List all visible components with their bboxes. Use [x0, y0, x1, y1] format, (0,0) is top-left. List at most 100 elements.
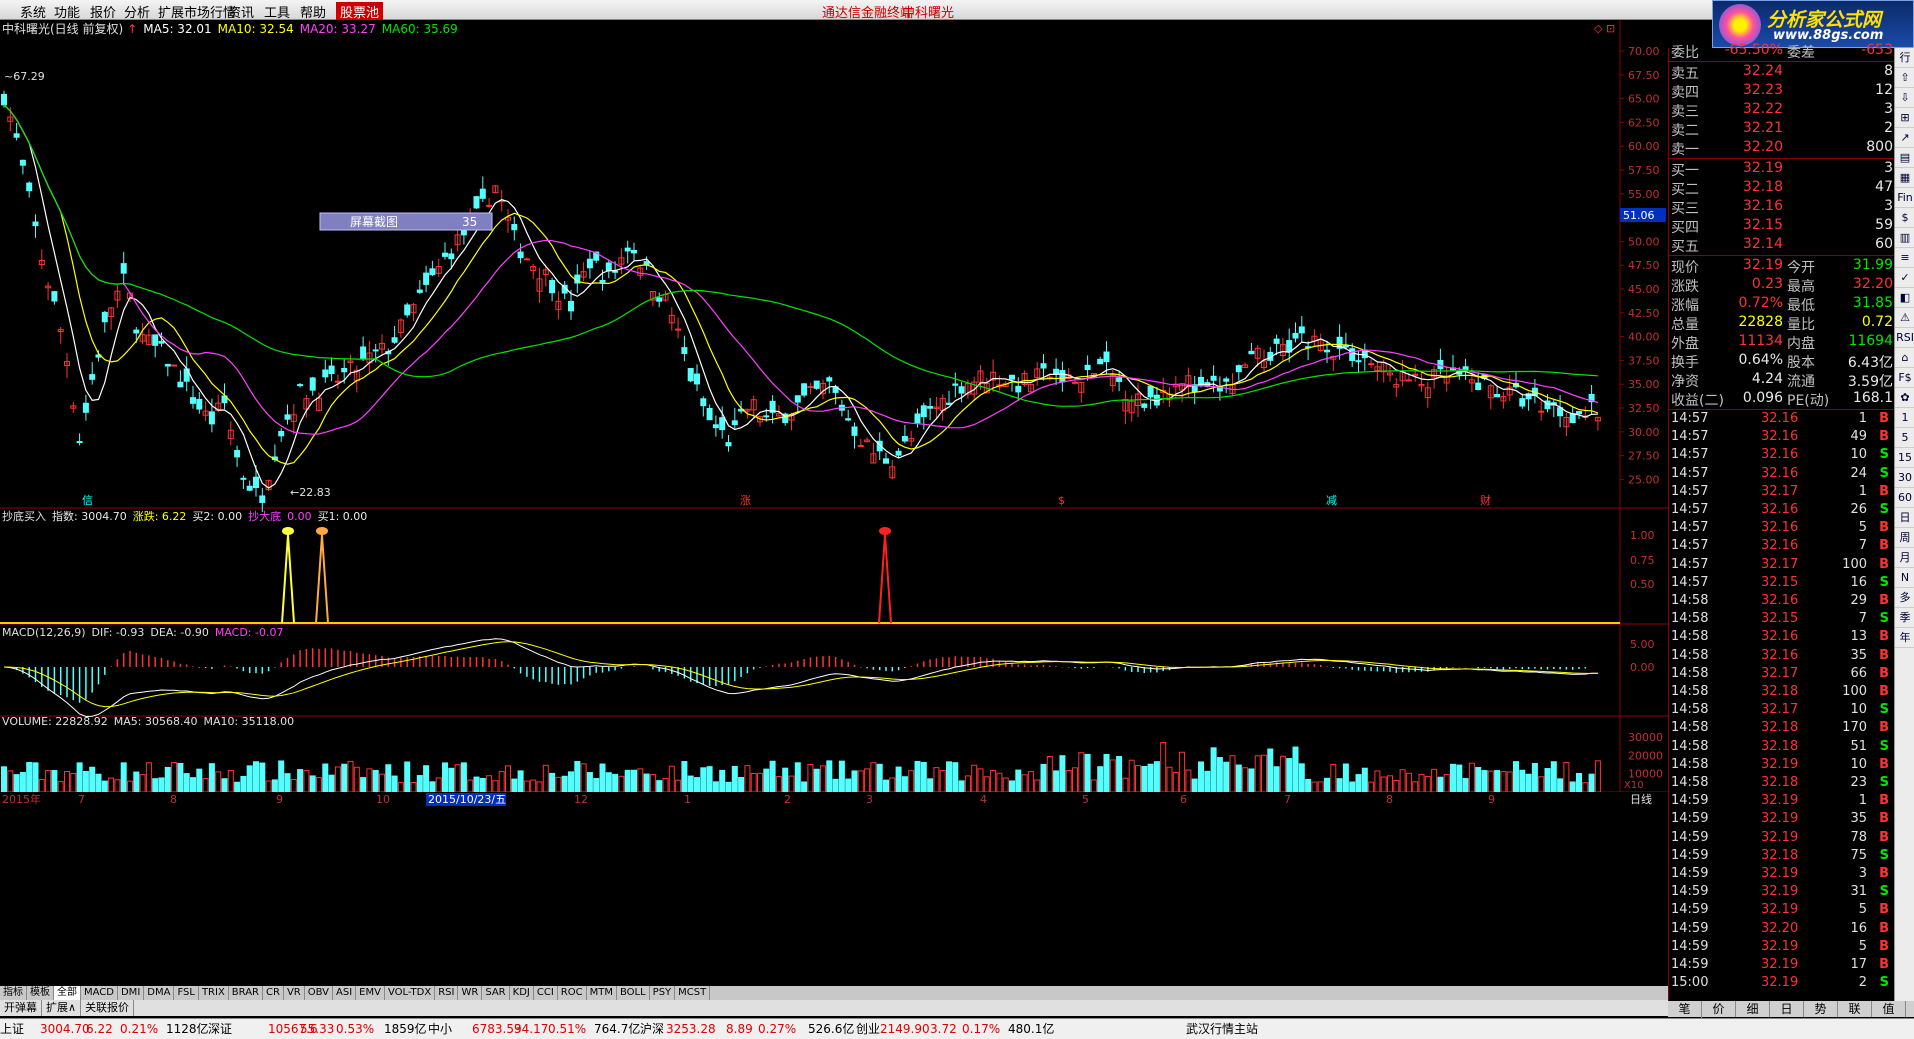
side-tool-button[interactable]: 周: [1895, 528, 1914, 548]
quote-value: 32.22: [1742, 101, 1783, 117]
event-marker[interactable]: $: [1058, 494, 1065, 507]
side-tool-button[interactable]: 30: [1895, 468, 1914, 488]
side-tool-button[interactable]: 60: [1895, 488, 1914, 508]
side-tool-button[interactable]: ⊞: [1895, 108, 1914, 128]
period-label[interactable]: 日线: [1630, 792, 1652, 806]
side-tool-button[interactable]: ▥: [1895, 228, 1914, 248]
indicator-tab[interactable]: ROC: [558, 986, 587, 1000]
side-tool-button[interactable]: ▤: [1895, 148, 1914, 168]
indicator-tab[interactable]: PSY: [650, 986, 676, 1000]
menu-item[interactable]: 扩展市场行情: [158, 2, 236, 21]
side-tool-button[interactable]: 行: [1895, 48, 1914, 68]
menu-item[interactable]: 系统: [20, 2, 46, 21]
indicator-tab[interactable]: 指标: [0, 986, 27, 1000]
side-tool-button[interactable]: ⌂: [1895, 348, 1914, 368]
menu-item[interactable]: 功能: [54, 2, 80, 21]
panel-toggle-icon[interactable]: ◇ ⊡: [1594, 22, 1615, 35]
quote-tabs[interactable]: 笔价细日势联值筹: [1668, 1001, 1914, 1033]
side-tool-button[interactable]: ◧: [1895, 288, 1914, 308]
indicator-tab[interactable]: OBV: [305, 986, 333, 1000]
tick-volume: 1: [1858, 793, 1867, 809]
indicator-tab[interactable]: MACD: [81, 986, 118, 1000]
indicator-tab[interactable]: MCST: [675, 986, 711, 1000]
indicator-tab[interactable]: CCI: [534, 986, 558, 1000]
side-tool-button[interactable]: ✓: [1895, 268, 1914, 288]
side-tool-button[interactable]: ▦: [1895, 168, 1914, 188]
indicator-tab[interactable]: ASI: [333, 986, 357, 1000]
stock-pool-menu[interactable]: 股票池: [336, 2, 384, 21]
tick-flag: B: [1879, 429, 1889, 445]
side-tool-button[interactable]: 15: [1895, 448, 1914, 468]
side-tool-button[interactable]: F$: [1895, 368, 1914, 388]
candle-body: [549, 280, 556, 294]
quote-tab[interactable]: 细: [1736, 1001, 1770, 1017]
indicator-tab[interactable]: RSI: [435, 986, 459, 1000]
quote-tab[interactable]: 值: [1872, 1001, 1906, 1017]
indicator-tab[interactable]: EMV: [356, 986, 385, 1000]
side-tool-button[interactable]: 1: [1895, 408, 1914, 428]
indicator-tab[interactable]: 全部: [54, 986, 81, 1000]
indicator-tab[interactable]: SAR: [482, 986, 510, 1000]
side-toolbar[interactable]: 行 ⇧ ⇩ ⊞ ↗ ▤ ▦ Fin $ ▥ ≡ ✓ ◧ ⚠ RSI ⌂ F$ ✿ 1 5 15 30 60 日周月 N 多季年: [1894, 48, 1914, 1001]
tick-time: 14:58: [1671, 684, 1709, 699]
indicator-tab[interactable]: 模板: [27, 986, 54, 1000]
indicator-tab[interactable]: BOLL: [617, 986, 650, 1000]
x-cursor-date: 2015/10/23/五: [428, 793, 506, 806]
menu-item[interactable]: 帮助: [300, 2, 326, 21]
indicator-tab[interactable]: FSL: [174, 986, 199, 1000]
extra-tab[interactable]: 开弹幕: [0, 1000, 42, 1016]
quote-key: 委比: [1671, 45, 1699, 61]
side-tool-button[interactable]: 月: [1895, 548, 1914, 568]
side-tool-button[interactable]: ⚠: [1895, 308, 1914, 328]
quote-tab[interactable]: 笔: [1668, 1001, 1702, 1017]
indicator-tab[interactable]: WR: [458, 986, 483, 1000]
side-tool-button[interactable]: ⇧: [1895, 68, 1914, 88]
side-tool-button[interactable]: RSI: [1895, 328, 1914, 348]
extra-tab[interactable]: 扩展∧: [42, 1000, 82, 1016]
side-tool-button[interactable]: ↗: [1895, 128, 1914, 148]
quote-tab[interactable]: 联: [1838, 1001, 1872, 1017]
quote-key2: 内盘: [1787, 336, 1815, 352]
side-tool-button[interactable]: 多: [1895, 588, 1914, 608]
menu-item[interactable]: 分析: [124, 2, 150, 21]
extra-tab[interactable]: 关联报价: [81, 1000, 135, 1016]
event-marker[interactable]: 信: [82, 494, 93, 507]
indicator-tab[interactable]: TRIX: [199, 986, 229, 1000]
tick-volume: 170: [1842, 720, 1867, 736]
event-marker[interactable]: 涨: [740, 494, 751, 507]
side-tool-button[interactable]: 季: [1895, 608, 1914, 628]
indicator-tab[interactable]: VOL-TDX: [385, 986, 436, 1000]
indicator-tab[interactable]: CR: [263, 986, 284, 1000]
menu-item[interactable]: 报价: [90, 2, 116, 21]
quote-tab[interactable]: 日: [1770, 1001, 1804, 1017]
indicator-tab[interactable]: DMA: [144, 986, 175, 1000]
side-tool-button[interactable]: Fin: [1895, 188, 1914, 208]
indicator-tab[interactable]: MTM: [587, 986, 617, 1000]
indicator-tab[interactable]: VR: [284, 986, 305, 1000]
quote-tab[interactable]: 势: [1804, 1001, 1838, 1017]
event-marker[interactable]: 财: [1480, 493, 1491, 507]
side-tool-button[interactable]: ⇩: [1895, 88, 1914, 108]
indicator-tab[interactable]: DMI: [118, 986, 145, 1000]
side-tool-button[interactable]: N: [1895, 568, 1914, 588]
quote-tab[interactable]: 价: [1702, 1001, 1736, 1017]
kline-chart[interactable]: 70.0067.5065.0062.5060.0057.5055.0052.50…: [0, 20, 1668, 986]
side-tool-button[interactable]: ✿: [1895, 388, 1914, 408]
side-tool-button[interactable]: 年: [1895, 628, 1914, 648]
side-tool-button[interactable]: ≡: [1895, 248, 1914, 268]
menu-item[interactable]: 资讯: [228, 2, 254, 21]
side-tool-button[interactable]: $: [1895, 208, 1914, 228]
side-tool-button[interactable]: 5: [1895, 428, 1914, 448]
candle-body: [612, 270, 619, 273]
candle-body: [1040, 363, 1047, 369]
event-marker[interactable]: 减: [1326, 494, 1337, 507]
indicator-tab[interactable]: KDJ: [510, 986, 534, 1000]
extra-tabs[interactable]: 开弹幕 扩展∧ 关联报价: [0, 1000, 1668, 1016]
tick-price: 32.16: [1761, 520, 1799, 536]
indicator-tabs[interactable]: 指标 模板 全部 MACD DMI DMA FSL TRIX BRAR CR VR OBV ASI EMV…: [0, 986, 1668, 1000]
menu-item[interactable]: 工具: [264, 2, 290, 21]
quote-key: 卖五: [1671, 66, 1699, 82]
side-tool-button[interactable]: 日: [1895, 508, 1914, 528]
chart-area[interactable]: 70.0067.5065.0062.5060.0057.5055.0052.50…: [0, 20, 1668, 1012]
indicator-tab[interactable]: BRAR: [229, 986, 263, 1000]
